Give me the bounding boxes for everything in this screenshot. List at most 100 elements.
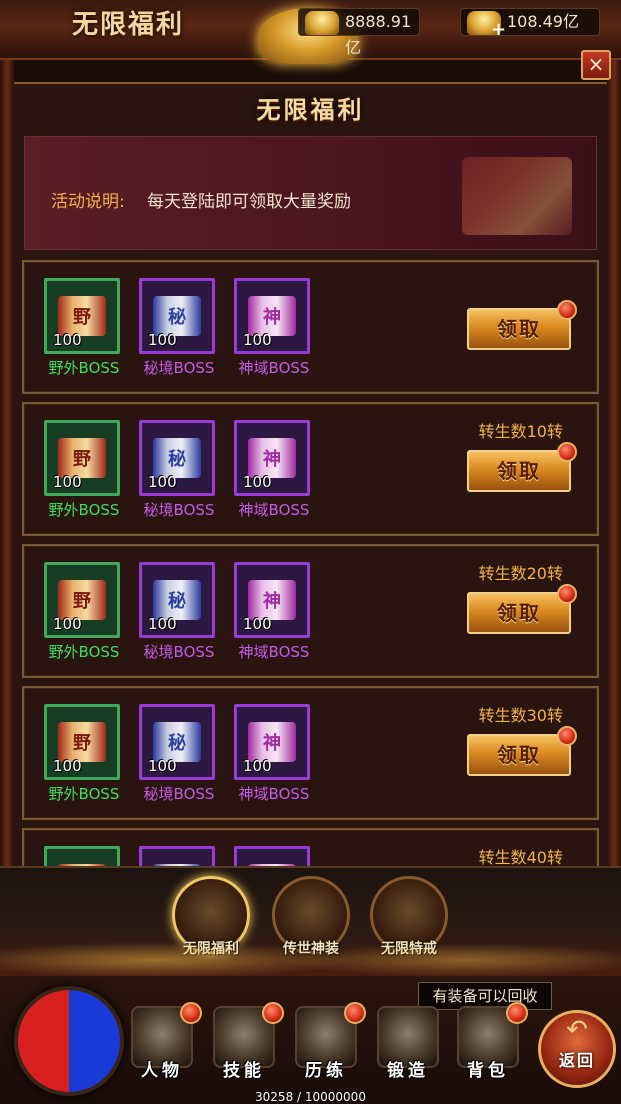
gold-ingot-currency-icon [305, 11, 339, 35]
nav-skills[interactable]: 技能 [208, 1002, 284, 1081]
scroll-icon: 秘 [153, 722, 201, 762]
reward-item-wild-boss[interactable]: 野 100 野外BOSS [44, 704, 124, 804]
nav-forge[interactable]: 锻造 [372, 1006, 444, 1081]
add-currency-plus-icon[interactable]: + [491, 17, 506, 43]
item-name: 秘境BOSS [143, 501, 215, 519]
notice-label: 活动说明: [51, 192, 125, 212]
item-name: 野外BOSS [48, 501, 120, 519]
reward-item-secret-boss[interactable]: 秘 [139, 846, 219, 866]
reward-item-divine-boss[interactable]: 神 100 神域BOSS [234, 562, 314, 662]
scroll-icon: 神 [248, 296, 296, 336]
item-name: 野外BOSS [48, 643, 120, 661]
scroll-icon: 野 [58, 580, 106, 620]
top-header: 无限福利 8888.91亿 + 108.49亿 [0, 0, 621, 64]
tab-legendary-gear[interactable]: 传世神装 [266, 876, 356, 958]
item-name: 神域BOSS [238, 359, 310, 377]
gold-amount: 8888.91亿 [345, 12, 412, 57]
reward-list[interactable]: 野 100 野外BOSS 秘 100 秘境BOSS 神 100 神域BOSS 领… [22, 260, 599, 866]
scroll-icon: 秘 [153, 580, 201, 620]
left-frame-pillar [0, 60, 14, 880]
panel-title: 无限福利 [256, 95, 365, 124]
item-quantity: 100 [243, 473, 272, 491]
nav-label: 人物 [141, 1061, 183, 1081]
scroll-icon: 神 [248, 722, 296, 762]
reward-item-secret-boss[interactable]: 秘 100 秘境BOSS [139, 704, 219, 804]
reward-item-divine-boss[interactable]: 神 [234, 846, 314, 866]
item-name: 秘境BOSS [143, 785, 215, 803]
item-quantity: 100 [53, 757, 82, 775]
rebirth-requirement: 转生数40转 [478, 848, 563, 866]
back-arrow-icon: ↶ [566, 1015, 588, 1045]
item-name: 神域BOSS [238, 501, 310, 519]
tab-label: 传世神装 [283, 941, 339, 957]
item-quantity: 100 [243, 615, 272, 633]
rebirth-requirement: 转生数30转 [478, 706, 563, 725]
reward-item-divine-boss[interactable]: 神 100 神域BOSS [234, 420, 314, 520]
category-tab-bar: 无限福利 传世神装 无限特戒 [0, 866, 621, 976]
notification-dot-icon [557, 726, 577, 746]
notification-dot-icon [557, 442, 577, 462]
item-quantity: 100 [243, 757, 272, 775]
item-name: 神域BOSS [238, 785, 310, 803]
claim-button[interactable]: 领取 [467, 726, 577, 776]
claim-label: 领取 [497, 459, 541, 483]
reward-item-wild-boss[interactable]: 野 100 野外BOSS [44, 420, 124, 520]
nav-label: 技能 [223, 1061, 265, 1081]
experience-readout: 30258 / 10000000 [255, 1090, 366, 1104]
main-nav-bar: 有装备可以回收 人物 技能 历练 锻造 背包 ↶ 返回 [0, 976, 621, 1104]
reward-item-secret-boss[interactable]: 秘 100 秘境BOSS [139, 562, 219, 662]
rebirth-requirement: 转生数10转 [478, 422, 563, 441]
back-label: 返回 [558, 1051, 595, 1070]
yin-yang-orb-icon [14, 986, 124, 1096]
item-quantity: 100 [148, 331, 177, 349]
reward-item-wild-boss[interactable]: 野 100 野外BOSS [44, 562, 124, 662]
gold-counter: 8888.91亿 [298, 8, 420, 57]
reward-item-wild-boss[interactable]: 野 [44, 846, 124, 866]
item-quantity: 100 [53, 473, 82, 491]
reward-row: 野 100 野外BOSS 秘 100 秘境BOSS 神 100 神域BOSS 转… [22, 544, 599, 678]
tab-label: 无限特戒 [381, 941, 437, 957]
scroll-icon: 神 [248, 580, 296, 620]
nav-character[interactable]: 人物 [126, 1002, 202, 1081]
item-quantity: 100 [148, 615, 177, 633]
notification-dot-icon [344, 1002, 366, 1024]
item-name: 秘境BOSS [143, 643, 215, 661]
nav-training[interactable]: 历练 [290, 1002, 366, 1081]
reward-item-wild-boss[interactable]: 野 100 野外BOSS [44, 278, 124, 378]
item-name: 神域BOSS [238, 643, 310, 661]
notification-dot-icon [557, 584, 577, 604]
reward-item-secret-boss[interactable]: 秘 100 秘境BOSS [139, 278, 219, 378]
right-frame-pillar [607, 60, 621, 880]
nav-backpack[interactable]: 背包 [452, 1002, 528, 1081]
scroll-icon: 秘 [153, 296, 201, 336]
tab-special-ring[interactable]: 无限特戒 [364, 876, 454, 958]
reward-row: 野 100 野外BOSS 秘 100 秘境BOSS 神 100 神域BOSS 转… [22, 686, 599, 820]
item-quantity: 100 [148, 473, 177, 491]
item-quantity: 100 [148, 757, 177, 775]
reward-row: 野 秘 神 转生数40转 [22, 828, 599, 866]
notification-dot-icon [262, 1002, 284, 1024]
reward-row: 野 100 野外BOSS 秘 100 秘境BOSS 神 100 神域BOSS 转… [22, 402, 599, 536]
reward-item-divine-boss[interactable]: 神 100 神域BOSS [234, 278, 314, 378]
claim-button[interactable]: 领取 [467, 584, 577, 634]
notification-dot-icon [180, 1002, 202, 1024]
reward-item-secret-boss[interactable]: 秘 100 秘境BOSS [139, 420, 219, 520]
item-name: 秘境BOSS [143, 359, 215, 377]
back-button[interactable]: ↶ 返回 [538, 1010, 616, 1088]
tab-unlimited-welfare[interactable]: 无限福利 [166, 876, 256, 958]
claim-button[interactable]: 领取 [467, 442, 577, 492]
nav-label: 历练 [305, 1061, 347, 1081]
yuanbao-counter[interactable]: + 108.49亿 [460, 8, 600, 40]
item-quantity: 100 [53, 615, 82, 633]
claim-label: 领取 [497, 743, 541, 767]
nav-label: 背包 [467, 1061, 509, 1081]
close-button[interactable]: × [581, 50, 611, 80]
gift-box-icon [462, 157, 572, 235]
claim-label: 领取 [497, 317, 541, 341]
reward-item-divine-boss[interactable]: 神 100 神域BOSS [234, 704, 314, 804]
scroll-icon: 野 [58, 296, 106, 336]
event-title: 无限福利 [72, 10, 185, 40]
claim-button[interactable]: 领取 [467, 300, 577, 350]
activity-notice: 活动说明: 每天登陆即可领取大量奖励 [24, 136, 597, 250]
tab-label: 无限福利 [183, 941, 239, 957]
